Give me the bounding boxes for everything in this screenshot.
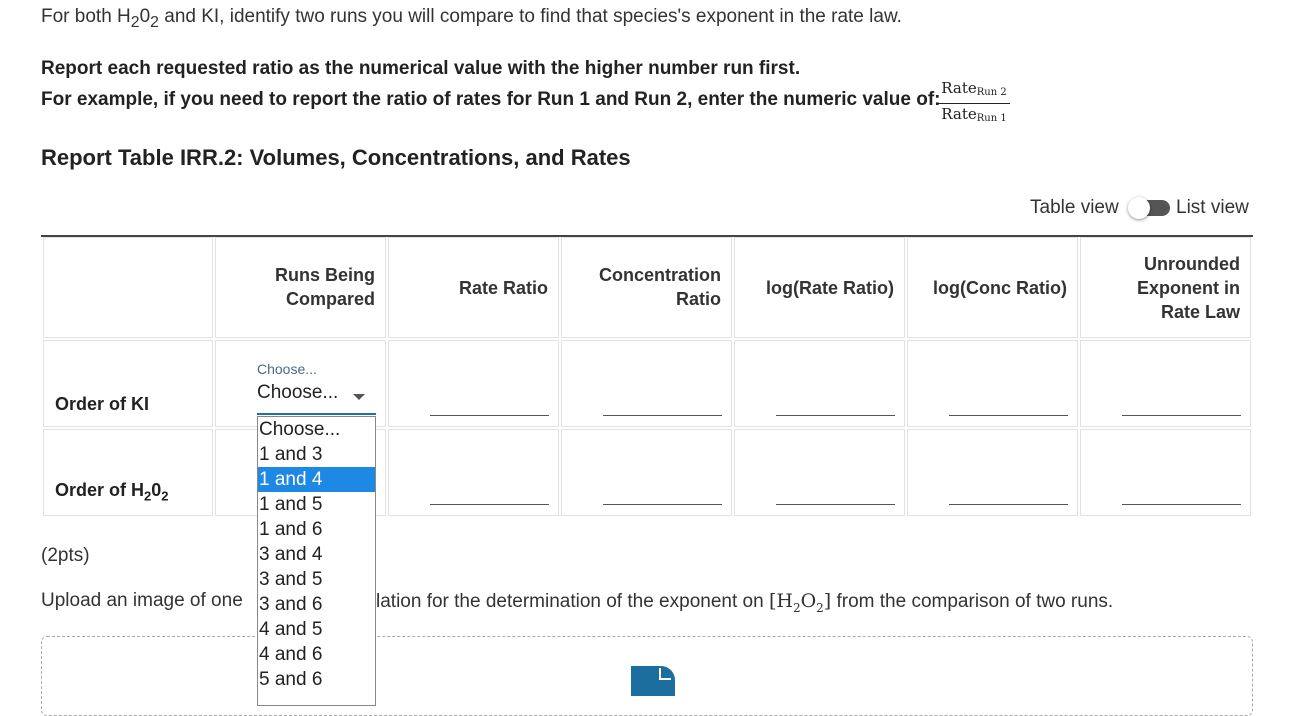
dropdown-option[interactable]: 3 and 5	[258, 567, 375, 592]
header-concentration-ratio: Concentration Ratio	[561, 237, 732, 338]
rate-ratio-input-h2o2[interactable]	[430, 504, 549, 505]
dropdown-option[interactable]: Choose...	[258, 417, 375, 442]
exponent-cell-ki	[1080, 340, 1251, 427]
dropdown-option[interactable]: 4 and 6	[258, 642, 375, 667]
rate-ratio-input-ki[interactable]	[430, 415, 549, 416]
header-runs-being-compared: Runs Being Compared	[215, 237, 386, 338]
rate-ratio-cell-ki	[388, 340, 559, 427]
row-label-order-ki: Order of KI	[55, 394, 150, 414]
log-conc-ratio-input-ki[interactable]	[949, 415, 1068, 416]
row-label-order-h2o2: Order of H202	[55, 480, 169, 504]
log-rate-ratio-input-h2o2[interactable]	[776, 504, 895, 505]
log-rate-ratio-input-ki[interactable]	[776, 415, 895, 416]
header-log-rate-ratio: log(Rate Ratio)	[734, 237, 905, 338]
instruction-line-3: For example, if you need to report the r…	[41, 89, 941, 110]
conc-ratio-cell-h2o2	[561, 429, 732, 516]
header-empty-cell	[43, 237, 213, 338]
dropdown-option[interactable]: 1 and 6	[258, 517, 375, 542]
dropdown-option[interactable]: 1 and 5	[258, 492, 375, 517]
dropdown-option[interactable]: 1 and 3	[258, 442, 375, 467]
log-conc-ratio-cell-ki	[907, 340, 1078, 427]
conc-ratio-cell-ki	[561, 340, 732, 427]
exponent-cell-h2o2	[1080, 429, 1251, 516]
rate-ratio-cell-h2o2	[388, 429, 559, 516]
chevron-down-icon[interactable]	[353, 394, 365, 400]
log-conc-ratio-cell-h2o2	[907, 429, 1078, 516]
table-view-label: Table view	[1030, 197, 1119, 218]
points-label: (2pts)	[41, 545, 90, 566]
runs-select-underline	[257, 413, 376, 415]
dropdown-option[interactable]: 3 and 6	[258, 592, 375, 617]
upload-instruction-right: lation for the determination of the expo…	[376, 590, 1114, 615]
conc-ratio-input-ki[interactable]	[603, 415, 722, 416]
header-log-conc-ratio: log(Conc Ratio)	[907, 237, 1078, 338]
runs-select-dropdown: Choose... 1 and 3 1 and 4 1 and 5 1 and …	[257, 416, 376, 706]
header-rate-ratio: Rate Ratio	[388, 237, 559, 338]
dropdown-option[interactable]: 5 and 6	[258, 667, 375, 692]
log-rate-ratio-cell-h2o2	[734, 429, 905, 516]
rate-ratio-fraction: RateRun 2 RateRun 1	[938, 80, 1010, 127]
table-title: Report Table IRR.2: Volumes, Concentrati…	[41, 145, 631, 170]
log-rate-ratio-cell-ki	[734, 340, 905, 427]
row-label-cell-h2o2: Order of H202	[43, 429, 213, 516]
upload-instruction-left: Upload an image of one	[41, 590, 243, 611]
conc-ratio-input-h2o2[interactable]	[603, 504, 722, 505]
instruction-line-2: Report each requested ratio as the numer…	[41, 58, 801, 79]
runs-select-floating-label: Choose...	[257, 361, 317, 377]
runs-select-ki[interactable]: Choose...	[257, 382, 338, 404]
dropdown-option-highlighted[interactable]: 1 and 4	[258, 467, 375, 492]
dropdown-option[interactable]: 4 and 5	[258, 617, 375, 642]
view-toggle-switch[interactable]	[1128, 197, 1170, 219]
dropdown-option[interactable]: 3 and 4	[258, 542, 375, 567]
log-conc-ratio-input-h2o2[interactable]	[949, 504, 1068, 505]
file-upload-icon[interactable]	[631, 666, 675, 696]
row-label-cell-ki: Order of KI	[43, 340, 213, 427]
list-view-label: List view	[1176, 197, 1249, 218]
exponent-input-h2o2[interactable]	[1122, 504, 1241, 505]
exponent-input-ki[interactable]	[1122, 415, 1241, 416]
instruction-line-1: For both H202 and KI, identify two runs …	[41, 6, 902, 31]
header-unrounded-exponent: Unrounded Exponent in Rate Law	[1080, 237, 1251, 338]
